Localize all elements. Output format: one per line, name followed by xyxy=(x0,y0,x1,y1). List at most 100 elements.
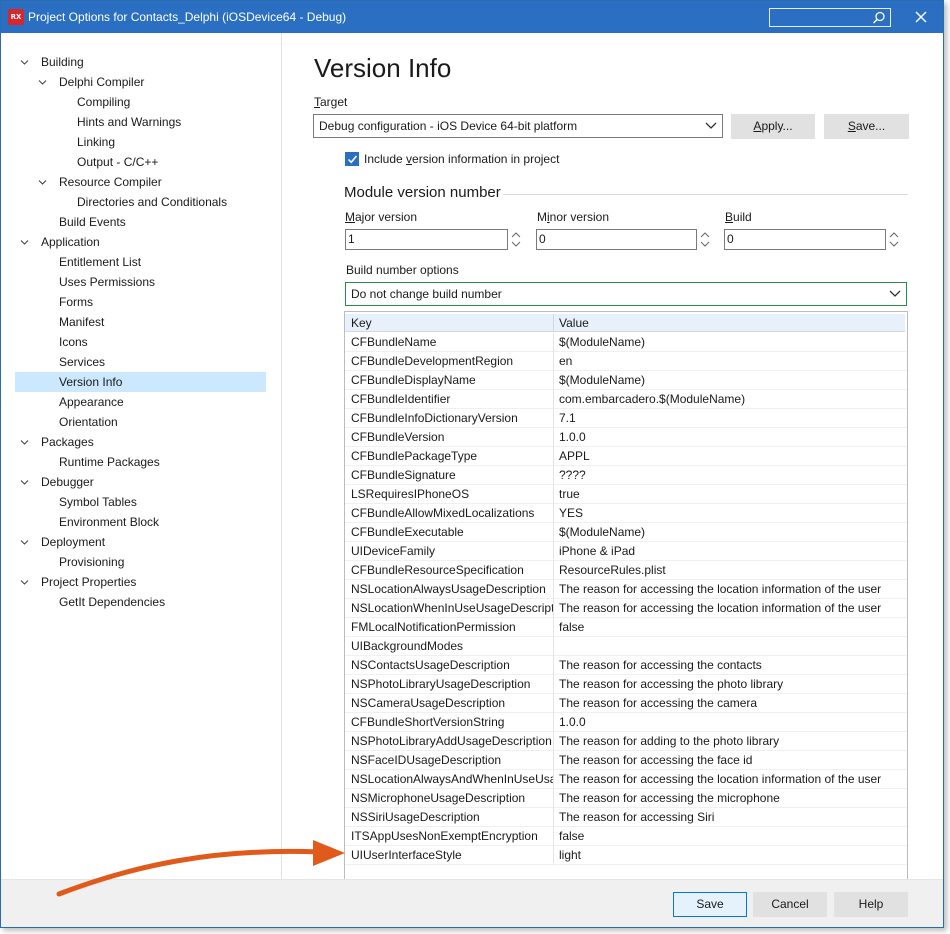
tree-item-version-info[interactable]: Version Info xyxy=(15,372,266,392)
grid-cell-key[interactable]: LSRequiresIPhoneOS xyxy=(351,485,553,504)
grid-cell-value[interactable]: The reason for accessing the microphone xyxy=(559,789,905,808)
grid-cell-key[interactable]: CFBundleDisplayName xyxy=(351,371,553,390)
tree-item-runtime-packages[interactable]: Runtime Packages xyxy=(1,452,276,472)
grid-cell-key[interactable]: NSLocationAlwaysUsageDescription xyxy=(351,580,553,599)
grid-row[interactable]: NSLocationAlwaysUsageDescription The reas… xyxy=(345,580,907,599)
grid-cell-value[interactable]: The reason for adding to the photo libra… xyxy=(559,732,905,751)
save-target-button[interactable]: Save... xyxy=(824,114,909,139)
grid-header-value[interactable]: Value xyxy=(559,314,589,332)
grid-cell-key[interactable]: NSPhotoLibraryAddUsageDescription xyxy=(351,732,553,751)
tree-item-icons[interactable]: Icons xyxy=(1,332,276,352)
chevron-expanded-icon[interactable] xyxy=(20,438,29,447)
grid-cell-key[interactable]: CFBundleVersion xyxy=(351,428,553,447)
grid-cell-value[interactable]: ResourceRules.plist xyxy=(559,561,905,580)
tree-item-symbol-tables[interactable]: Symbol Tables xyxy=(1,492,276,512)
grid-cell-value[interactable]: $(ModuleName) xyxy=(559,523,905,542)
grid-row[interactable]: UIDeviceFamily iPhone & iPad xyxy=(345,542,907,561)
grid-cell-key[interactable]: CFBundleName xyxy=(351,333,553,352)
tree-item-hints-and-warnings[interactable]: Hints and Warnings xyxy=(1,112,276,132)
grid-cell-value[interactable]: APPL xyxy=(559,447,905,466)
tree-item-appearance[interactable]: Appearance xyxy=(1,392,276,412)
grid-cell-value[interactable]: false xyxy=(559,827,905,846)
tree-item-compiling[interactable]: Compiling xyxy=(1,92,276,112)
grid-cell-key[interactable]: NSLocationAlwaysAndWhenInUseUsageDescrip… xyxy=(351,770,553,789)
close-button[interactable] xyxy=(913,9,929,25)
tree-item-application[interactable]: Application xyxy=(1,232,276,252)
minor-version-input[interactable]: 0 xyxy=(536,229,697,250)
grid-cell-key[interactable]: CFBundleSignature xyxy=(351,466,553,485)
grid-cell-key[interactable]: CFBundleDevelopmentRegion xyxy=(351,352,553,371)
grid-cell-key[interactable]: NSSiriUsageDescription xyxy=(351,808,553,827)
grid-cell-value[interactable]: The reason for accessing the location in… xyxy=(559,599,905,618)
grid-row[interactable]: CFBundleDevelopmentRegion en xyxy=(345,352,907,371)
grid-column-separator[interactable] xyxy=(553,314,554,332)
grid-row[interactable]: NSLocationWhenInUseUsageDescription The r… xyxy=(345,599,907,618)
grid-cell-value[interactable]: The reason for accessing the location in… xyxy=(559,770,905,789)
grid-row[interactable]: CFBundleSignature???? xyxy=(345,466,907,485)
grid-cell-key[interactable]: NSPhotoLibraryUsageDescription xyxy=(351,675,553,694)
tree-item-manifest[interactable]: Manifest xyxy=(1,312,276,332)
grid-cell-key[interactable]: FMLocalNotificationPermission xyxy=(351,618,553,637)
grid-cell-value[interactable]: iPhone & iPad xyxy=(559,542,905,561)
tree-item-resource-compiler[interactable]: Resource Compiler xyxy=(1,172,276,192)
grid-row[interactable]: LSRequiresIPhoneOS true xyxy=(345,485,907,504)
grid-cell-key[interactable]: UIUserInterfaceStyle xyxy=(351,846,553,865)
grid-cell-key[interactable]: CFBundlePackageType xyxy=(351,447,553,466)
grid-cell-key[interactable]: CFBundleIdentifier xyxy=(351,390,553,409)
grid-cell-value[interactable]: 1.0.0 xyxy=(559,428,905,447)
grid-cell-key[interactable]: CFBundleExecutable xyxy=(351,523,553,542)
tree-item-orientation[interactable]: Orientation xyxy=(1,412,276,432)
grid-row[interactable]: NSCameraUsageDescription The reason for a… xyxy=(345,694,907,713)
tree-item-delphi-compiler[interactable]: Delphi Compiler xyxy=(1,72,276,92)
tree-item-environment-block[interactable]: Environment Block xyxy=(1,512,276,532)
grid-row[interactable]: CFBundleInfoDictionaryVersion 7.1 xyxy=(345,409,907,428)
build-input[interactable]: 0 xyxy=(724,229,886,250)
build-options-select[interactable]: Do not change build number xyxy=(345,282,907,306)
grid-cell-value[interactable]: The reason for accessing the camera xyxy=(559,694,905,713)
tree-item-directories-and-conditionals[interactable]: Directories and Conditionals xyxy=(1,192,276,212)
grid-cell-key[interactable]: NSFaceIDUsageDescription xyxy=(351,751,553,770)
grid-row[interactable]: CFBundleExecutable $(ModuleName) xyxy=(345,523,907,542)
tree-item-linking[interactable]: Linking xyxy=(1,132,276,152)
grid-cell-key[interactable]: CFBundleShortVersionString xyxy=(351,713,553,732)
grid-row[interactable]: NSMicrophoneUsageDescription The reason f… xyxy=(345,789,907,808)
help-button[interactable]: Help xyxy=(834,892,908,917)
grid-row[interactable]: UIUserInterfaceStyle light xyxy=(345,846,907,865)
grid-cell-value[interactable]: ???? xyxy=(559,466,905,485)
grid-cell-value[interactable]: 7.1 xyxy=(559,409,905,428)
tree-item-build-events[interactable]: Build Events xyxy=(1,212,276,232)
grid-cell-key[interactable]: NSContactsUsageDescription xyxy=(351,656,553,675)
grid-cell-value[interactable]: The reason for accessing the location in… xyxy=(559,580,905,599)
grid-row[interactable]: CFBundleVersion 1.0.0 xyxy=(345,428,907,447)
tree-item-entitlement-list[interactable]: Entitlement List xyxy=(1,252,276,272)
tree-item-project-properties[interactable]: Project Properties xyxy=(1,572,276,592)
chevron-expanded-icon[interactable] xyxy=(38,178,47,187)
grid-row[interactable]: CFBundleIdentifier com.embarcadero.$(Modu… xyxy=(345,390,907,409)
grid-row[interactable]: CFBundleAllowMixedLocalizations YES xyxy=(345,504,907,523)
grid-row[interactable]: UIBackgroundModes xyxy=(345,637,907,656)
tree-item-forms[interactable]: Forms xyxy=(1,292,276,312)
chevron-expanded-icon[interactable] xyxy=(20,238,29,247)
grid-row[interactable]: ITSAppUsesNonExemptEncryption false xyxy=(345,827,907,846)
grid-cell-value[interactable]: The reason for accessing Siri xyxy=(559,808,905,827)
grid-row[interactable]: FMLocalNotificationPermission false xyxy=(345,618,907,637)
tree-item-services[interactable]: Services xyxy=(1,352,276,372)
tree-item-uses-permissions[interactable]: Uses Permissions xyxy=(1,272,276,292)
tree-item-getit-dependencies[interactable]: GetIt Dependencies xyxy=(1,592,276,612)
tree-item-debugger[interactable]: Debugger xyxy=(1,472,276,492)
version-keys-grid[interactable]: Key Value CFBundleName $(ModuleName) CFBun… xyxy=(344,311,908,898)
cancel-button[interactable]: Cancel xyxy=(753,892,827,917)
major-version-spinner[interactable] xyxy=(509,229,523,250)
target-select[interactable]: Debug configuration - iOS Device 64-bit … xyxy=(313,114,723,138)
apply-button[interactable]: Apply... xyxy=(731,114,815,139)
grid-row[interactable]: NSLocationAlwaysAndWhenInUseUsageDescrip… xyxy=(345,770,907,789)
options-search-input[interactable] xyxy=(769,8,891,27)
grid-cell-value[interactable]: $(ModuleName) xyxy=(559,333,905,352)
grid-cell-value[interactable]: en xyxy=(559,352,905,371)
tree-item-packages[interactable]: Packages xyxy=(1,432,276,452)
grid-row[interactable]: NSFaceIDUsageDescription The reason for a… xyxy=(345,751,907,770)
chevron-expanded-icon[interactable] xyxy=(38,78,47,87)
grid-header-key[interactable]: Key xyxy=(351,314,372,332)
grid-row[interactable]: CFBundleShortVersionString 1.0.0 xyxy=(345,713,907,732)
tree-item-provisioning[interactable]: Provisioning xyxy=(1,552,276,572)
